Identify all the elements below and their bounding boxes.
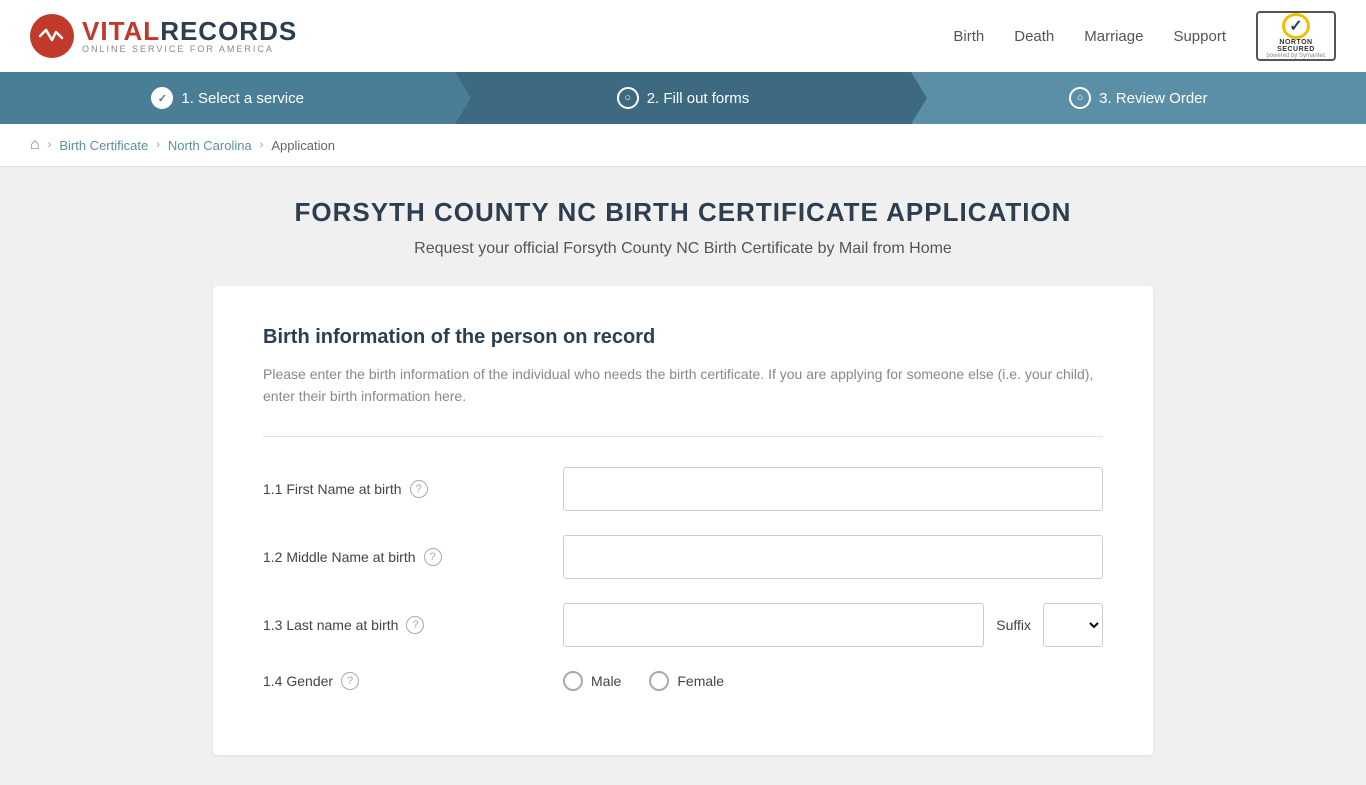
suffix-select[interactable]: Jr. Sr. II III IV — [1043, 603, 1103, 647]
breadcrumb-sep-2: › — [156, 139, 160, 151]
field-11-help[interactable]: ? — [410, 480, 428, 498]
field-13-label: 1.3 Last name at birth ? — [263, 616, 543, 634]
norton-secured: NORTON — [1279, 39, 1312, 46]
header: VITALRECORDS ONLINE SERVICE FOR AMERICA … — [0, 0, 1366, 72]
field-11-row: 1.1 First Name at birth ? — [263, 467, 1103, 511]
step-3-label: 3. Review Order — [1099, 90, 1207, 107]
gender-male-circle — [563, 671, 583, 691]
breadcrumb-north-carolina[interactable]: North Carolina — [168, 138, 252, 153]
step-2[interactable]: ○ 2. Fill out forms — [455, 72, 910, 124]
logo-tagline: ONLINE SERVICE FOR AMERICA — [82, 45, 297, 55]
step-1-circle: ✓ — [151, 87, 173, 109]
field-12-input[interactable] — [563, 535, 1103, 579]
nav: Birth Death Marriage Support ✓ NORTON SE… — [953, 11, 1336, 61]
field-13-input-area: Suffix Jr. Sr. II III IV — [563, 603, 1103, 647]
field-11-input[interactable] — [563, 467, 1103, 511]
field-13-row: 1.3 Last name at birth ? Suffix Jr. Sr. … — [263, 603, 1103, 647]
nav-marriage[interactable]: Marriage — [1084, 28, 1143, 45]
gender-female-circle — [649, 671, 669, 691]
field-12-row: 1.2 Middle Name at birth ? — [263, 535, 1103, 579]
field-14-input-area: Male Female — [563, 671, 1103, 691]
page-title: FORSYTH COUNTY NC BIRTH CERTIFICATE APPL… — [30, 197, 1336, 228]
step-3-circle: ○ — [1069, 87, 1091, 109]
breadcrumb: ⌂ › Birth Certificate › North Carolina ›… — [0, 124, 1366, 167]
section-divider — [263, 436, 1103, 437]
step-2-circle: ○ — [617, 87, 639, 109]
field-14-help[interactable]: ? — [341, 672, 359, 690]
logo-icon — [30, 14, 74, 58]
suffix-label: Suffix — [992, 603, 1035, 647]
step-2-arrow — [911, 72, 927, 124]
field-13-input[interactable] — [563, 603, 984, 647]
form-card: Birth information of the person on recor… — [213, 286, 1153, 755]
breadcrumb-birth-certificate[interactable]: Birth Certificate — [59, 138, 148, 153]
section-desc: Please enter the birth information of th… — [263, 363, 1103, 408]
gender-male-label: Male — [591, 673, 621, 689]
step-1-arrow — [455, 72, 471, 124]
logo: VITALRECORDS ONLINE SERVICE FOR AMERICA — [30, 14, 297, 58]
main: FORSYTH COUNTY NC BIRTH CERTIFICATE APPL… — [0, 167, 1366, 785]
nav-death[interactable]: Death — [1014, 28, 1054, 45]
gender-radio-group: Male Female — [563, 671, 724, 691]
logo-text: VITALRECORDS ONLINE SERVICE FOR AMERICA — [82, 17, 297, 55]
nav-support[interactable]: Support — [1173, 28, 1226, 45]
norton-powered: powered by Symantec — [1266, 53, 1325, 59]
gender-female-label: Female — [677, 673, 724, 689]
field-12-label: 1.2 Middle Name at birth ? — [263, 548, 543, 566]
step-3[interactable]: ○ 3. Review Order — [911, 72, 1366, 124]
field-11-input-area — [563, 467, 1103, 511]
field-14-label: 1.4 Gender ? — [263, 672, 543, 690]
nav-birth[interactable]: Birth — [953, 28, 984, 45]
page-subtitle: Request your official Forsyth County NC … — [30, 240, 1336, 258]
section-title: Birth information of the person on recor… — [263, 326, 1103, 349]
field-11-label: 1.1 First Name at birth ? — [263, 480, 543, 498]
breadcrumb-sep-1: › — [48, 139, 52, 151]
step-2-label: 2. Fill out forms — [647, 90, 750, 107]
field-12-help[interactable]: ? — [424, 548, 442, 566]
norton-badge: ✓ NORTON SECURED powered by Symantec — [1256, 11, 1336, 61]
progress-bar: ✓ 1. Select a service ○ 2. Fill out form… — [0, 72, 1366, 124]
gender-female-option[interactable]: Female — [649, 671, 724, 691]
gender-male-option[interactable]: Male — [563, 671, 621, 691]
logo-vital: VITAL — [82, 16, 160, 46]
field-13-help[interactable]: ? — [406, 616, 424, 634]
field-12-input-area — [563, 535, 1103, 579]
breadcrumb-application: Application — [271, 138, 335, 153]
step-1-label: 1. Select a service — [181, 90, 304, 107]
field-14-row: 1.4 Gender ? Male Female — [263, 671, 1103, 691]
step-1[interactable]: ✓ 1. Select a service — [0, 72, 455, 124]
logo-records: RECORDS — [160, 16, 297, 46]
norton-secured2: SECURED — [1277, 46, 1315, 53]
home-icon[interactable]: ⌂ — [30, 136, 40, 154]
norton-check: ✓ — [1282, 13, 1310, 39]
breadcrumb-sep-3: › — [260, 139, 264, 151]
